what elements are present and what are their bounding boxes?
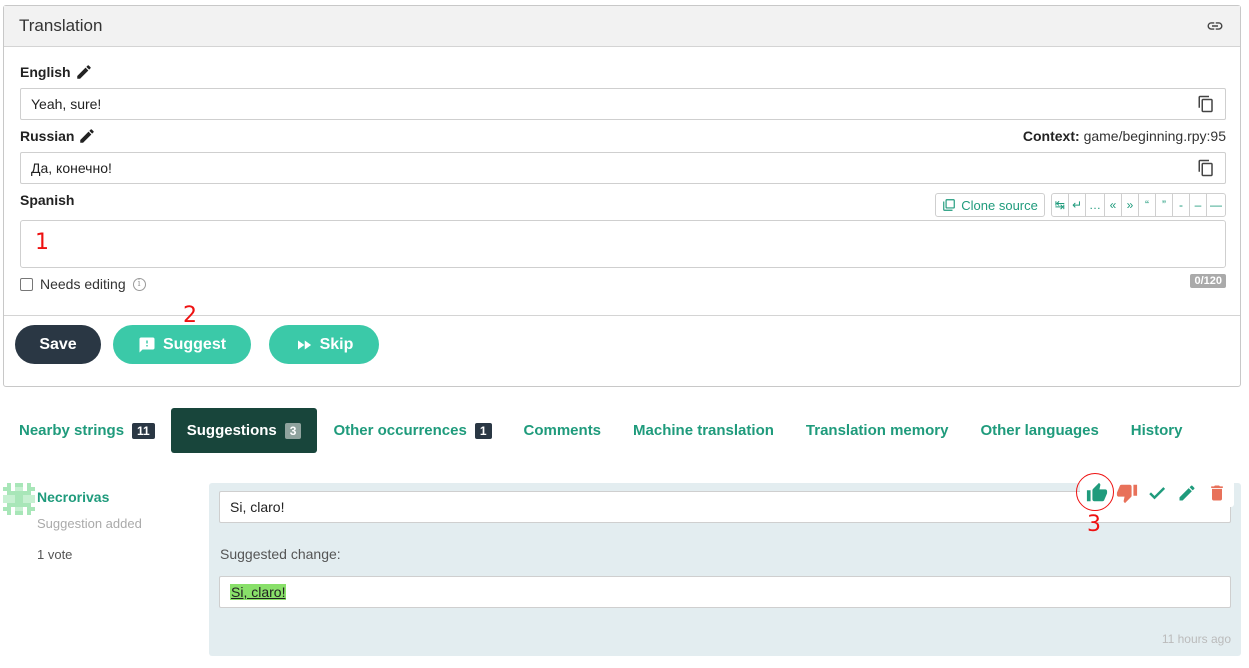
panel-title: Translation [19,16,103,35]
copy-icon[interactable] [1197,95,1215,113]
clone-source-button[interactable]: Clone source [935,193,1045,217]
suggested-change-label: Suggested change: [220,546,341,562]
count-badge: 1 [474,422,492,439]
fast-forward-icon [297,340,311,349]
thumbs-up-icon[interactable] [1086,482,1108,504]
insert-left-quote-button[interactable]: “ [1139,194,1156,216]
avatar [3,483,35,515]
tab-history[interactable]: History [1115,408,1199,453]
accept-check-icon[interactable] [1146,482,1168,504]
insert-right-quote-button[interactable]: ” [1156,194,1173,216]
insert-newline-button[interactable]: ↵ [1069,194,1086,216]
english-source-field: Yeah, sure! [20,88,1226,120]
suggestion-time: 11 hours ago [1161,632,1231,646]
needs-editing-row: Needs editing i [20,276,146,292]
russian-label: Russian [20,127,96,145]
delete-trash-icon[interactable] [1206,482,1228,504]
annotation-1: 1 [35,230,49,255]
count-badge: 11 [132,422,155,439]
suggested-change-diff: Si, claro! [219,576,1231,608]
diff-insertion: Si, claro! [230,584,287,600]
tab-comments[interactable]: Comments [508,408,618,453]
tab-translation-memory[interactable]: Translation memory [790,408,965,453]
count-badge: 3 [284,422,302,439]
special-characters-group: ↹ ↵ … « » “ ” - – — [1050,193,1226,217]
tab-suggestions[interactable]: Suggestions 3 [170,408,318,453]
skip-button[interactable]: Skip [269,325,379,364]
clone-icon [943,199,956,211]
vote-count: 1 vote [37,547,73,562]
suggest-button[interactable]: Suggest [113,325,251,364]
context-info: Context: game/beginning.rpy:95 [1022,128,1226,144]
edit-russian-icon[interactable] [78,127,96,145]
insert-em-dash-button[interactable]: — [1207,194,1225,216]
suggestion-actions [1080,479,1234,507]
edit-english-icon[interactable] [75,63,93,81]
spanish-label: Spanish [20,192,75,208]
thumbs-down-icon[interactable] [1116,482,1138,504]
insert-hyphen-button[interactable]: - [1173,194,1190,216]
insert-en-dash-button[interactable]: – [1190,194,1207,216]
link-icon[interactable] [1205,16,1225,36]
tab-other-occurrences[interactable]: Other occurrences 1 [317,408,507,453]
save-button[interactable]: Save [15,325,101,364]
insert-tab-button[interactable]: ↹ [1052,194,1069,216]
suggestion-event: Suggestion added [37,516,142,531]
spanish-translation-input[interactable] [20,220,1226,268]
copy-icon[interactable] [1197,159,1215,177]
tab-other-languages[interactable]: Other languages [964,408,1114,453]
suggest-icon [139,337,155,352]
insert-ellipsis-button[interactable]: … [1086,194,1105,216]
suggestion-author[interactable]: Necrorivas [37,489,109,505]
edit-pencil-icon[interactable] [1176,482,1198,504]
editor-toolbar: Clone source ↹ ↵ … « » “ ” - – — [935,193,1226,217]
tab-nearby-strings[interactable]: Nearby strings 11 [3,408,171,453]
annotation-3: 3 [1087,512,1101,537]
insert-right-guillemet-button[interactable]: » [1122,194,1139,216]
insert-left-guillemet-button[interactable]: « [1105,194,1122,216]
tab-machine-translation[interactable]: Machine translation [617,408,790,453]
character-counter: 0/120 [1190,274,1226,288]
english-label: English [20,63,93,81]
panel-header: Translation [4,6,1240,47]
info-icon: i [132,277,146,291]
russian-source-field: Да, конечно! [20,152,1226,184]
needs-editing-checkbox[interactable] [20,277,33,291]
info-tabs: Nearby strings 11 Suggestions 3 Other oc… [3,408,1198,453]
suggestion-card: Si, claro! Suggested change: Si, claro! … [209,483,1241,656]
